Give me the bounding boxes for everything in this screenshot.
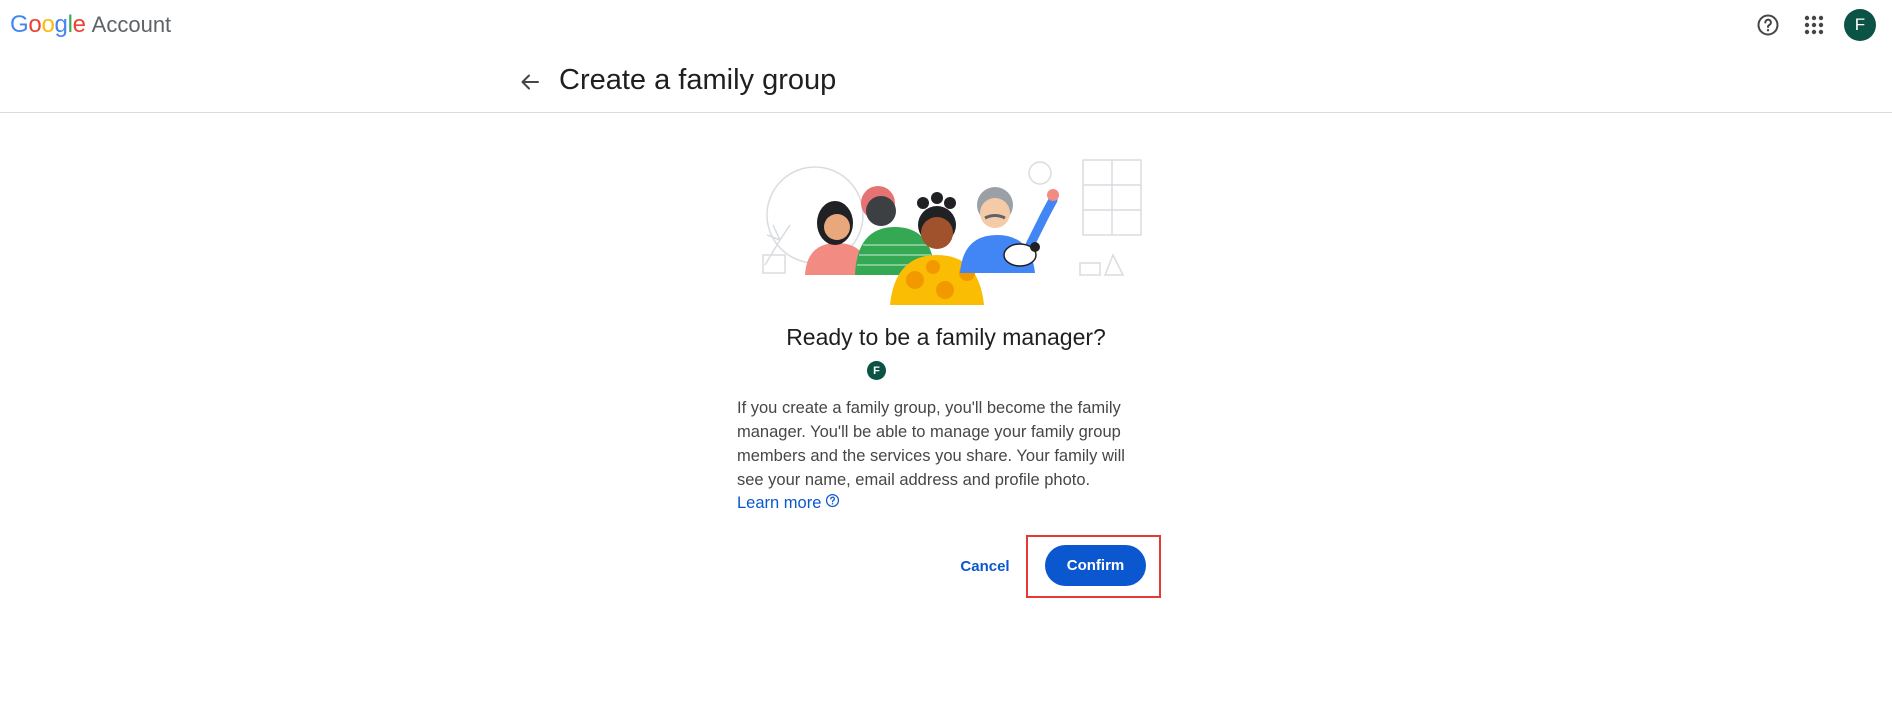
cancel-button[interactable]: Cancel — [952, 549, 1018, 583]
page-title: Create a family group — [559, 64, 837, 96]
help-circle-icon — [825, 493, 840, 513]
learn-more-label: Learn more — [737, 493, 822, 512]
top-icons: F — [1752, 8, 1876, 42]
profile-avatar: F — [867, 361, 886, 380]
help-circle-icon[interactable] — [1752, 9, 1784, 41]
confirm-button[interactable]: Confirm — [1045, 545, 1146, 586]
google-letter: o — [28, 11, 42, 38]
top-bar: Google Account F — [0, 0, 1892, 50]
google-account-logo[interactable]: Google Account — [10, 10, 171, 40]
learn-more-link[interactable]: Learn more — [737, 493, 840, 513]
question-heading: Ready to be a family manager? — [786, 324, 1106, 350]
apps-grid-icon[interactable] — [1798, 9, 1830, 41]
google-letter: o — [41, 11, 55, 38]
family-illustration — [745, 155, 1145, 305]
account-label: Account — [91, 12, 172, 37]
google-letter: e — [72, 11, 86, 38]
google-letter: G — [10, 11, 29, 38]
google-letter: g — [54, 11, 68, 38]
page-header: Create a family group — [0, 50, 1892, 113]
arrow-left-icon[interactable] — [515, 67, 545, 97]
google-wordmark: Google — [10, 11, 86, 39]
description-text: If you create a family group, you'll bec… — [737, 399, 1125, 489]
account-avatar[interactable]: F — [1844, 9, 1876, 41]
